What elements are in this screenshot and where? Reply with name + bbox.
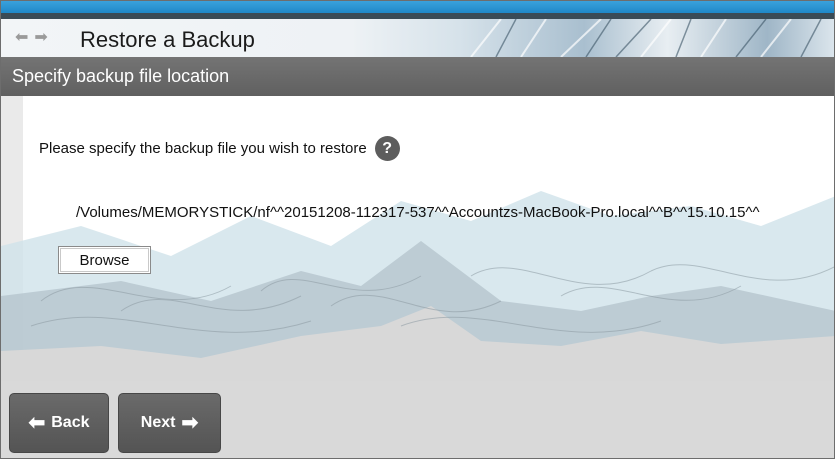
next-button-label: Next — [140, 414, 176, 431]
arrow-right-icon: ➡ — [181, 412, 199, 434]
prompt-text: Please specify the backup file you wish … — [39, 140, 367, 157]
section-bar: Specify backup file location — [1, 57, 834, 96]
backup-file-path: /Volumes/MEMORYSTICK/nf^^20151208-112317… — [76, 204, 760, 221]
restore-backup-window: ⬅ ➡ Restore a Backup Specify backup file… — [0, 0, 835, 459]
help-icon[interactable]: ? — [374, 136, 400, 161]
arrow-left-icon: ⬅ — [28, 412, 46, 434]
back-button-label: Back — [51, 414, 90, 431]
content-area: Please specify the backup file you wish … — [1, 96, 834, 458]
page-title: Restore a Backup — [80, 27, 255, 52]
history-nav: ⬅ ➡ — [15, 30, 48, 46]
arrow-right-icon[interactable]: ➡ — [34, 30, 47, 46]
header: ⬅ ➡ Restore a Backup — [1, 19, 834, 57]
next-button[interactable]: Next ➡ — [118, 393, 221, 453]
top-accent-strip — [1, 1, 834, 13]
browse-button[interactable]: Browse — [58, 246, 151, 274]
section-title: Specify backup file location — [12, 66, 230, 86]
prompt-row: Please specify the backup file you wish … — [39, 136, 400, 161]
arrow-left-icon[interactable]: ⬅ — [15, 30, 28, 46]
back-button[interactable]: ⬅ Back — [9, 393, 109, 453]
